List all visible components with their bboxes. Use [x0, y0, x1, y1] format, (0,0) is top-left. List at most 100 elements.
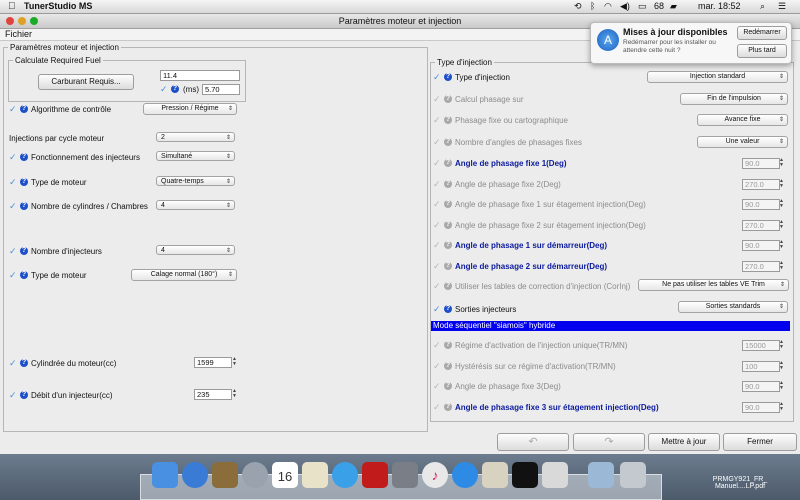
- injector-flow-field[interactable]: 235: [194, 389, 232, 400]
- displacement-field[interactable]: 1599: [194, 357, 232, 368]
- phase-angle-1-label: Angle de phasage fixe 1(Deg): [455, 159, 567, 168]
- volume-icon[interactable]: ◀): [620, 1, 630, 12]
- later-button[interactable]: Plus tard: [737, 44, 787, 58]
- help-icon[interactable]: ?: [20, 359, 28, 367]
- phase-map-select[interactable]: Avance fixe ⇕: [697, 114, 788, 126]
- required-fuel-ms-field[interactable]: 5.70: [202, 84, 240, 95]
- help-icon[interactable]: ?: [20, 271, 28, 279]
- restart-button[interactable]: Redémarrer: [737, 26, 787, 40]
- phase-angle-2-stage-field[interactable]: 270.0: [742, 220, 780, 231]
- phase-angle-2-start-stepper[interactable]: ▲ ▼: [779, 261, 784, 272]
- itunes-icon[interactable]: ♪: [422, 462, 448, 488]
- single-injection-rpm-field[interactable]: 15000: [742, 340, 780, 351]
- injection-type-select[interactable]: Injection standard ⇕: [647, 71, 788, 83]
- phase-angle-3-stage-stepper[interactable]: ▲ ▼: [779, 402, 784, 413]
- phase-angle-1-stage-stepper[interactable]: ▲ ▼: [779, 199, 784, 210]
- phase-angle-1-stage-field[interactable]: 90.0: [742, 199, 780, 210]
- check-icon[interactable]: ✓: [433, 304, 441, 315]
- check-icon[interactable]: ✓: [9, 246, 17, 257]
- notification-center-icon[interactable]: ☰: [778, 1, 786, 12]
- phase-angle-1-stepper[interactable]: ▲ ▼: [779, 158, 784, 169]
- engine-type-2-value: Calage normal (180°): [150, 271, 218, 278]
- help-icon[interactable]: ?: [20, 178, 28, 186]
- check-icon[interactable]: ✓: [9, 390, 17, 401]
- check-icon[interactable]: ✓: [9, 104, 17, 115]
- check-icon[interactable]: ✓: [9, 270, 17, 281]
- hysteresis-field[interactable]: 100: [742, 361, 780, 372]
- desktop-file-label[interactable]: PRMGY921_FR_ Manuel....LP.pdf: [700, 476, 780, 490]
- phase-angle-3-field[interactable]: 90.0: [742, 381, 780, 392]
- engine-type-select[interactable]: Quatre-temps ⇕: [156, 176, 235, 186]
- phase-angle-1-start-field[interactable]: 90.0: [742, 240, 780, 251]
- hysteresis-stepper[interactable]: ▲ ▼: [779, 361, 784, 372]
- help-icon[interactable]: ?: [20, 105, 28, 113]
- required-fuel-value[interactable]: 11.4: [160, 70, 240, 81]
- system-preferences-icon[interactable]: [392, 462, 418, 488]
- single-injection-rpm-stepper[interactable]: ▲ ▼: [779, 340, 784, 351]
- tools-icon[interactable]: [482, 462, 508, 488]
- injector-count-select[interactable]: 4 ⇕: [156, 245, 235, 255]
- engine-type-2-select[interactable]: Calage normal (180°) ⇕: [131, 269, 237, 281]
- phase-angle-3-stepper[interactable]: ▲ ▼: [779, 381, 784, 392]
- launchpad-icon[interactable]: [242, 462, 268, 488]
- fixed-angles-count-select[interactable]: Une valeur ⇕: [697, 136, 788, 148]
- injections-per-cycle-select[interactable]: 2 ⇕: [156, 132, 235, 142]
- corr-tables-select[interactable]: Ne pas utiliser les tables VE Trim ⇕: [638, 279, 789, 291]
- check-icon[interactable]: ✓: [9, 358, 17, 369]
- chevron-updown-icon: ⇕: [227, 106, 233, 112]
- bluetooth-icon[interactable]: ᛒ: [590, 1, 595, 11]
- app-name-menu[interactable]: TunerStudio MS: [24, 1, 92, 11]
- flag-icon[interactable]: ▰: [670, 1, 677, 12]
- control-algorithm-select[interactable]: Pression / Régime ⇕: [143, 103, 237, 115]
- tunerstudio-icon[interactable]: [362, 462, 388, 488]
- help-icon[interactable]: ?: [20, 153, 28, 161]
- redo-button[interactable]: ↷: [573, 433, 645, 451]
- help-icon[interactable]: ?: [444, 305, 452, 313]
- help-icon[interactable]: ?: [444, 73, 452, 81]
- displacement-stepper[interactable]: ▲ ▼: [232, 357, 237, 368]
- apple-menu-icon[interactable]: : [8, 1, 16, 12]
- phase-angle-3-stage-field[interactable]: 90.0: [742, 402, 780, 413]
- downloads-folder-icon[interactable]: [588, 462, 614, 488]
- phase-angle-2-field[interactable]: 270.0: [742, 179, 780, 190]
- wifi-icon[interactable]: ◠: [604, 1, 612, 12]
- sync-icon[interactable]: ⟲: [574, 1, 582, 12]
- injector-outputs-select[interactable]: Sorties standards ⇕: [678, 301, 788, 313]
- contacts-icon[interactable]: [302, 462, 328, 488]
- help-icon[interactable]: ?: [20, 391, 28, 399]
- check-icon[interactable]: ✓: [9, 177, 17, 188]
- messages-icon[interactable]: [332, 462, 358, 488]
- safari-icon[interactable]: [182, 462, 208, 488]
- phase-calc-select[interactable]: Fin de l'impulsion ⇕: [680, 93, 788, 105]
- help-icon[interactable]: ?: [20, 202, 28, 210]
- required-fuel-button[interactable]: Carburant Requis...: [38, 74, 134, 90]
- spotlight-icon[interactable]: ⌕: [760, 1, 765, 12]
- calendar-icon[interactable]: 16: [272, 462, 298, 488]
- check-icon[interactable]: ✓: [9, 201, 17, 212]
- phase-angle-2-stage-stepper[interactable]: ▲ ▼: [779, 220, 784, 231]
- file-menu[interactable]: Fichier: [5, 29, 32, 39]
- finder-icon[interactable]: [152, 462, 178, 488]
- injector-mode-select[interactable]: Simultané ⇕: [156, 151, 235, 161]
- battery-icon[interactable]: ▭: [638, 1, 647, 12]
- activity-monitor-icon[interactable]: [512, 462, 538, 488]
- help-icon[interactable]: ?: [171, 85, 179, 93]
- check-icon[interactable]: ✓: [433, 72, 441, 83]
- update-button[interactable]: Mettre à jour: [648, 433, 720, 451]
- trash-icon[interactable]: [620, 462, 646, 488]
- phase-angle-2-stepper[interactable]: ▲ ▼: [779, 179, 784, 190]
- clock[interactable]: mar. 18:52: [698, 1, 741, 11]
- check-icon[interactable]: ✓: [160, 84, 168, 95]
- phase-angle-2-start-field[interactable]: 270.0: [742, 261, 780, 272]
- app-store-dock-icon[interactable]: [452, 462, 478, 488]
- phase-angle-1-field[interactable]: 90.0: [742, 158, 780, 169]
- check-icon[interactable]: ✓: [9, 152, 17, 163]
- text-edit-icon[interactable]: [542, 462, 568, 488]
- injector-flow-stepper[interactable]: ▲ ▼: [232, 389, 237, 400]
- preview-icon[interactable]: [212, 462, 238, 488]
- cylinders-select[interactable]: 4 ⇕: [156, 200, 235, 210]
- help-icon[interactable]: ?: [20, 247, 28, 255]
- phase-angle-1-start-stepper[interactable]: ▲ ▼: [779, 240, 784, 251]
- undo-button[interactable]: ↶: [497, 433, 569, 451]
- close-button[interactable]: Fermer: [723, 433, 797, 451]
